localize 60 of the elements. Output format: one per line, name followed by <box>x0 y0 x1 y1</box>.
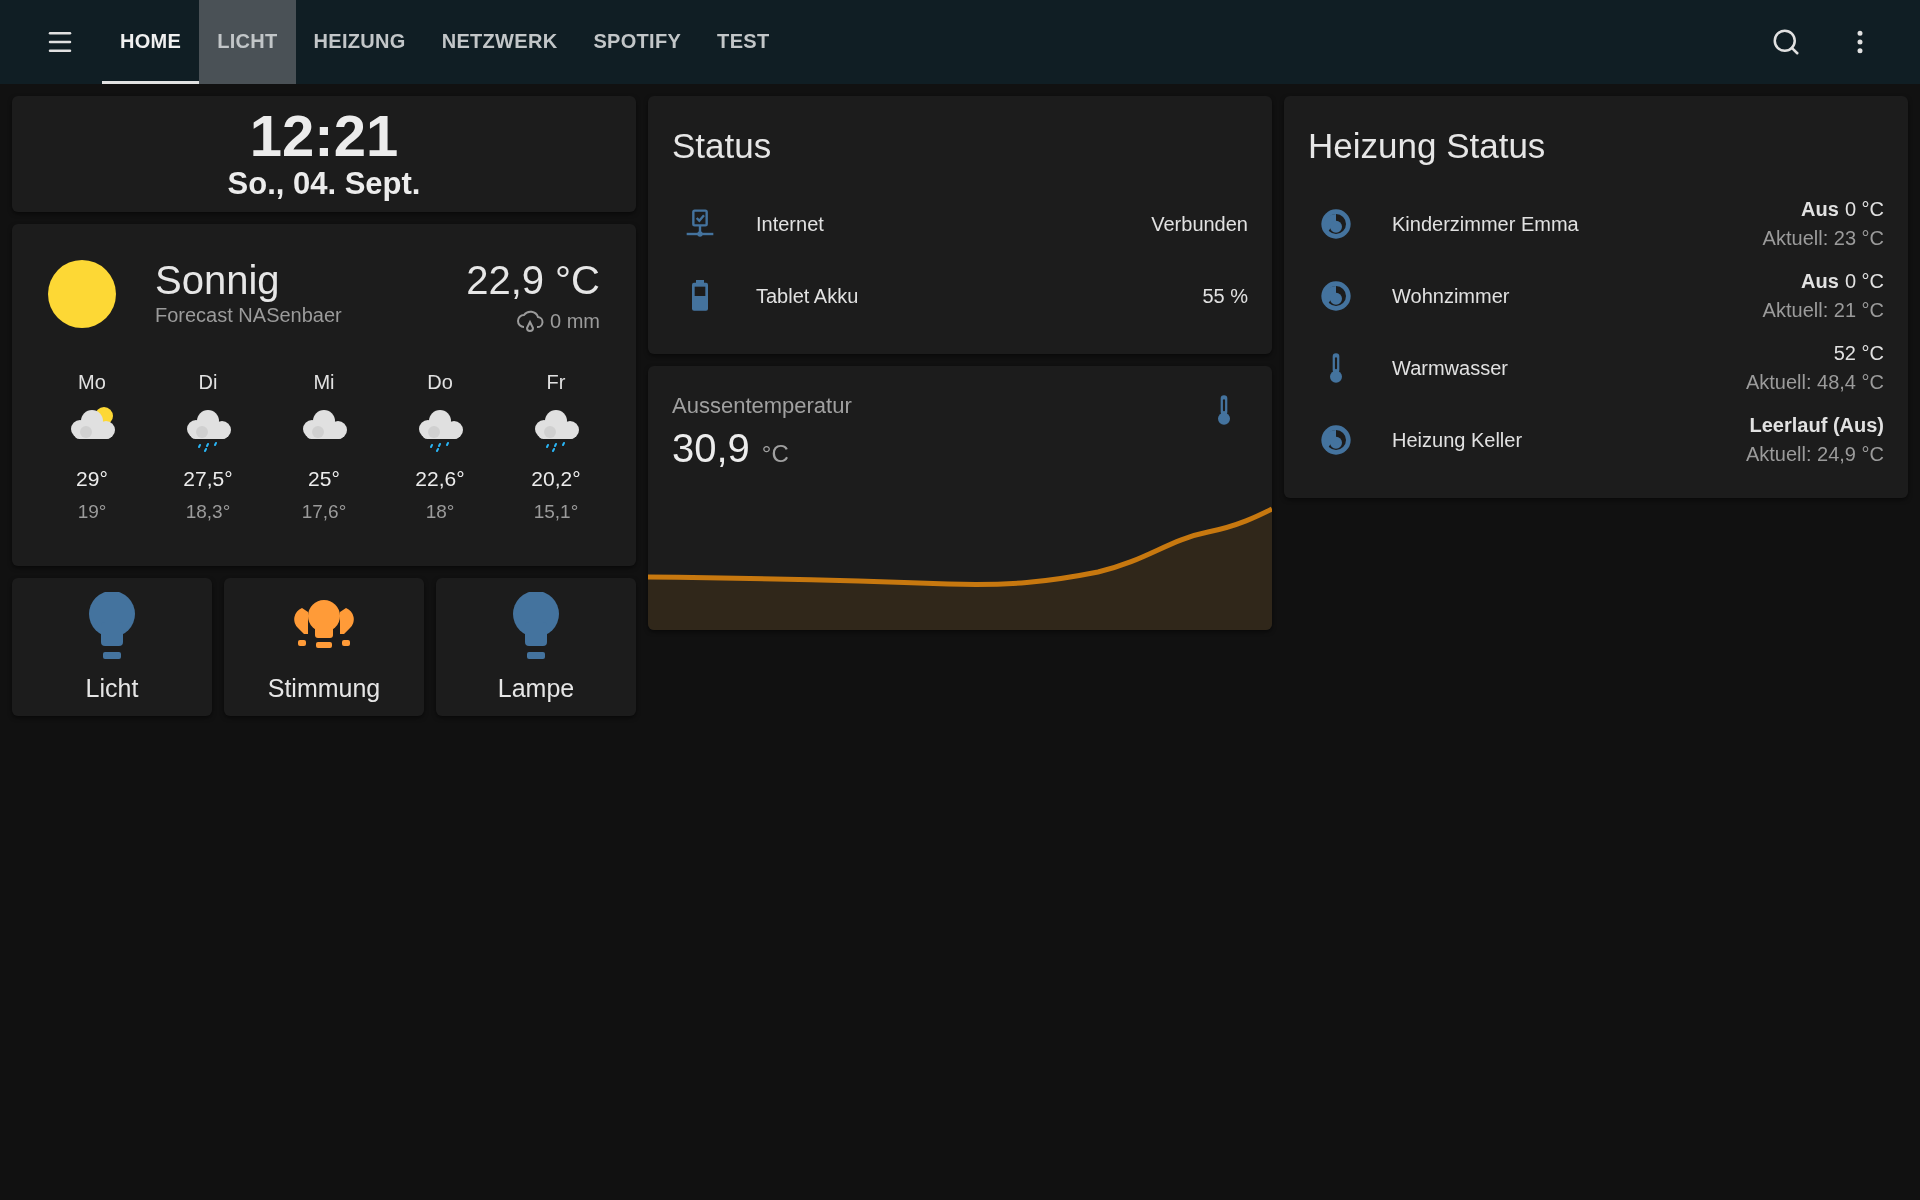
network-monitor-icon <box>684 208 716 240</box>
sensor-unit: °C <box>761 439 789 469</box>
nav-tab[interactable]: NETZWERK <box>423 0 576 84</box>
forecast-low: 18,3° <box>185 500 231 524</box>
current-temperature: 22,9 °C <box>466 258 600 302</box>
weather-source: Forecast NASenbaer <box>155 303 342 328</box>
nav-tab[interactable]: HEIZUNG <box>295 0 424 84</box>
card-title: Status <box>672 125 773 167</box>
forecast-day: Fr <box>546 370 566 394</box>
gauge-icon <box>1320 280 1352 312</box>
rain-cloud-icon <box>516 308 544 334</box>
target-temperature: 0 °C <box>1844 269 1884 294</box>
entity-state: 55 % <box>1202 284 1248 309</box>
entity-name: Internet <box>756 212 824 237</box>
precipitation: 0 mm <box>550 309 600 334</box>
light-bulb-icon <box>88 592 136 660</box>
current-temperature: Aktuell: 48,4 °C <box>1745 370 1884 395</box>
gauge-icon <box>1320 424 1352 456</box>
forecast-high: 27,5° <box>183 466 233 492</box>
forecast-day: Do <box>427 370 453 394</box>
entity-name: Kinderzimmer Emma <box>1392 212 1579 237</box>
target-temperature: 0 °C <box>1844 197 1884 222</box>
light-toggle-button[interactable]: Licht <box>12 578 212 716</box>
nav-tab[interactable]: TEST <box>699 0 788 84</box>
current-temperature: Aktuell: 24,9 °C <box>1745 442 1884 467</box>
entity-name: Heizung Keller <box>1392 428 1523 453</box>
light-bulb-icon <box>512 592 560 660</box>
forecast-low: 17,6° <box>301 500 347 524</box>
target-temperature: 52 °C <box>1833 341 1884 366</box>
forecast-low: 19° <box>77 500 107 524</box>
current-temperature: Aktuell: 23 °C <box>1762 226 1884 251</box>
nav-tab[interactable]: LICHT <box>199 0 296 84</box>
heating-mode: Aus <box>1801 197 1839 222</box>
forecast-low: 15,1° <box>533 500 579 524</box>
forecast-high: 22,6° <box>415 466 465 492</box>
forecast-day: Mo <box>78 370 106 394</box>
heating-mode: Aus <box>1801 269 1839 294</box>
card-title: Heizung Status <box>1308 125 1547 167</box>
forecast-low: 18° <box>425 500 455 524</box>
entity-name: Tablet Akku <box>756 284 859 309</box>
forecast-high: 20,2° <box>531 466 581 492</box>
sun-icon <box>48 260 116 328</box>
light-toggle-button[interactable]: Stimmung <box>224 578 424 716</box>
entity-name: Wohnzimmer <box>1392 284 1510 309</box>
forecast-day: Di <box>198 370 218 394</box>
sensor-title: Aussentemperatur <box>672 392 852 420</box>
forecast-high: 25° <box>308 466 340 492</box>
nav-tab[interactable]: SPOTIFY <box>575 0 700 84</box>
light-toggle-button[interactable]: Lampe <box>436 578 636 716</box>
clock-time: 12:21 <box>249 106 399 166</box>
sensor-value: 30,9 <box>672 425 750 472</box>
entity-state: Verbunden <box>1151 212 1248 237</box>
entity-name: Warmwasser <box>1392 356 1508 381</box>
heating-mode: Leerlauf (Aus) <box>1749 413 1884 438</box>
current-temperature: Aktuell: 21 °C <box>1762 298 1884 323</box>
clock-date: So., 04. Sept. <box>227 166 421 202</box>
weather-condition: Sonnig <box>155 258 281 302</box>
forecast-day: Mi <box>313 370 335 394</box>
gauge-icon <box>1320 208 1352 240</box>
forecast-high: 29° <box>76 466 108 492</box>
